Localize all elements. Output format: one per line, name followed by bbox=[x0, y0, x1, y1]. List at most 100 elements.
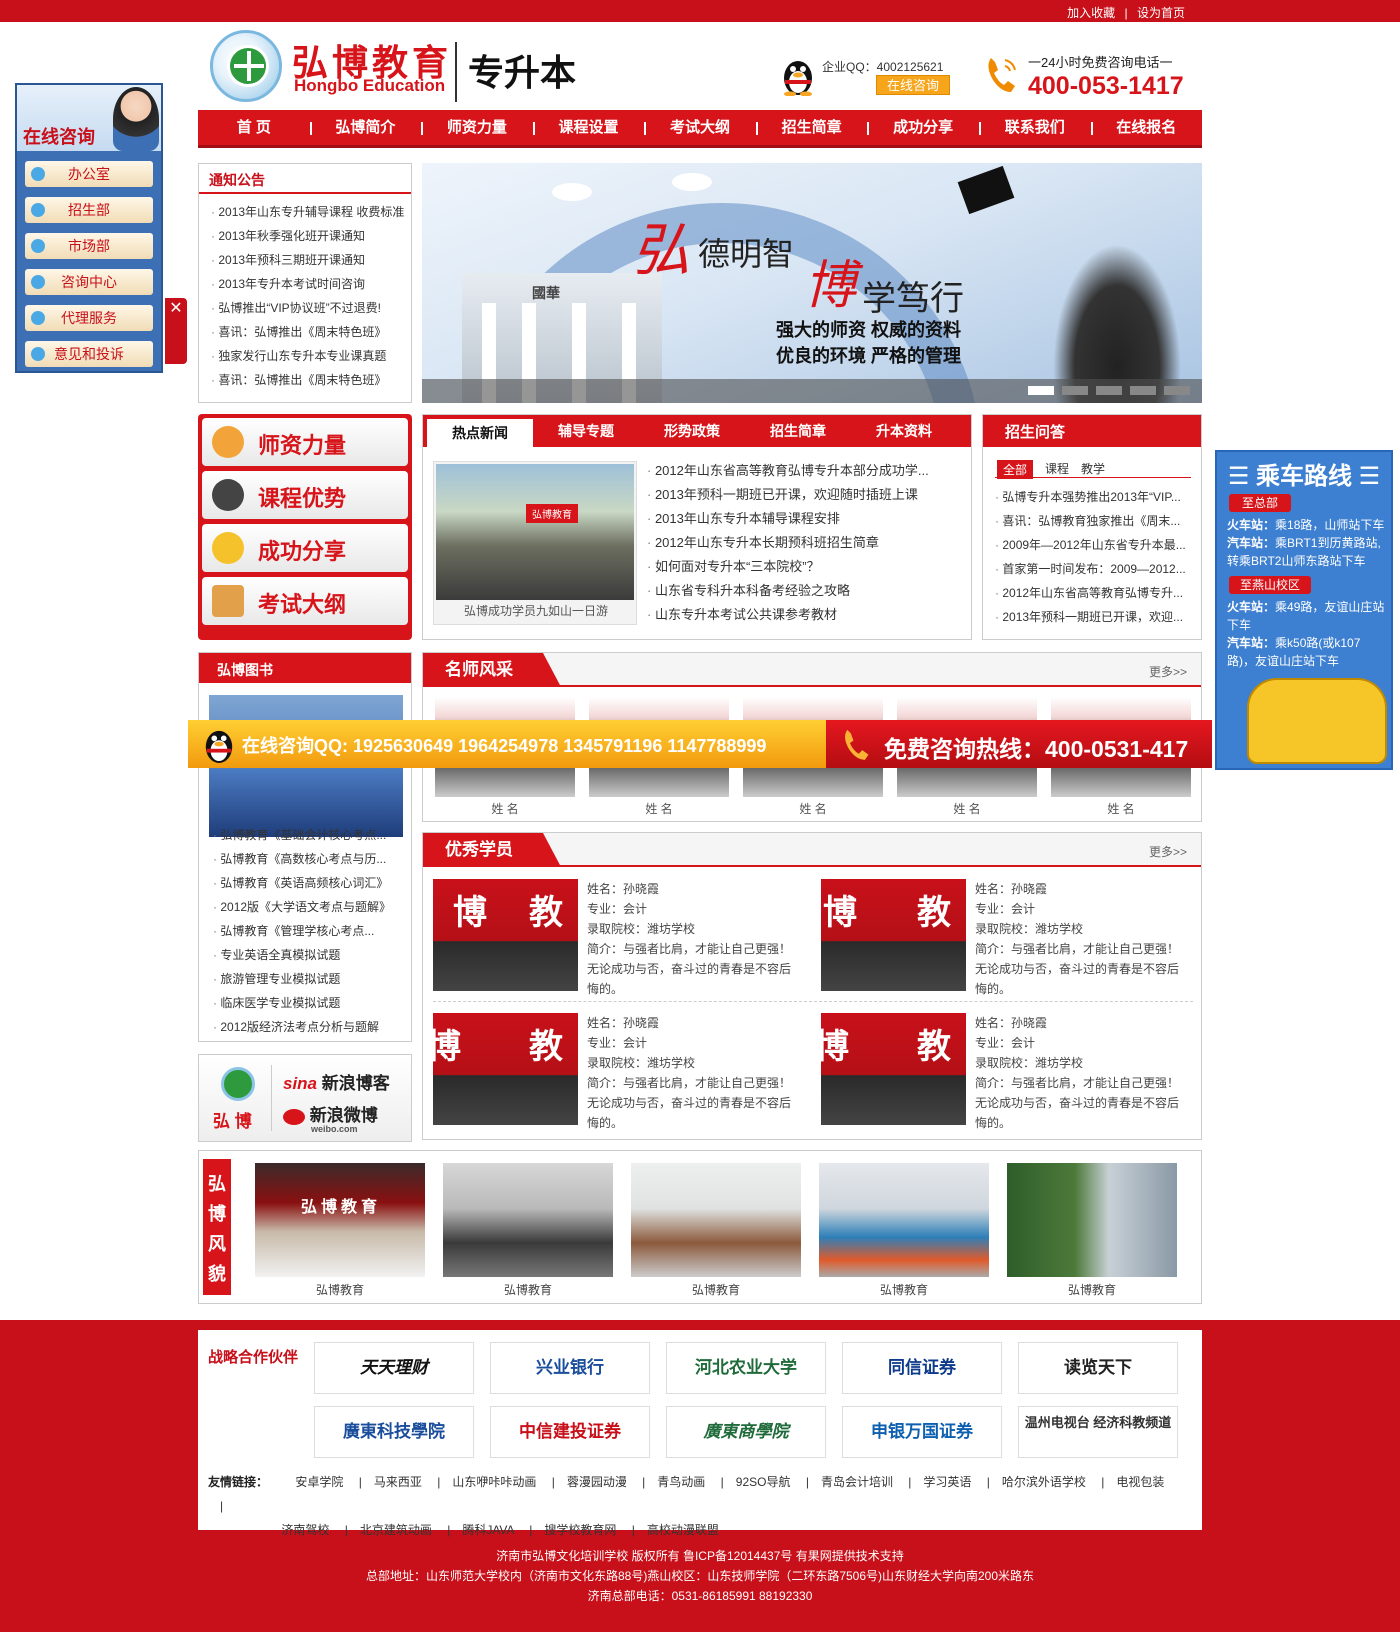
list-item[interactable]: 如何面对专升本“三本院校”？ bbox=[647, 555, 929, 579]
slide-dot[interactable] bbox=[1096, 386, 1122, 395]
tab-hot-news[interactable]: 热点新闻 bbox=[427, 419, 533, 447]
hero-banner[interactable]: 國華 弘 德明智 博 学笃行 强大的师资 权威的资料 优良的环境 严格的管理 bbox=[422, 163, 1202, 403]
gallery-photo[interactable] bbox=[443, 1163, 613, 1277]
list-item[interactable]: 弘博教育《英语高频核心词汇》 bbox=[213, 871, 391, 895]
friend-link[interactable]: 青鸟动画 bbox=[657, 1475, 705, 1489]
partner-logo[interactable]: 天天理财 bbox=[314, 1342, 474, 1394]
gallery-photo[interactable] bbox=[1007, 1163, 1177, 1277]
list-item[interactable]: 2013年山东专升辅导课程 收费标准 bbox=[211, 200, 411, 224]
close-icon[interactable]: ✕ bbox=[165, 298, 187, 364]
slide-dot[interactable] bbox=[1028, 386, 1054, 395]
add-favorite-link[interactable]: 加入收藏 bbox=[1067, 6, 1115, 20]
consult-office-button[interactable]: 办公室 bbox=[25, 161, 153, 187]
friend-link[interactable]: 蓉漫园动漫 bbox=[567, 1475, 627, 1489]
partner-logo[interactable]: 申银万国证券 bbox=[842, 1406, 1002, 1458]
gallery-photo[interactable] bbox=[819, 1163, 989, 1277]
online-consult-button[interactable]: 在线咨询 bbox=[876, 75, 950, 95]
list-item[interactable]: 喜讯：弘博推出《周末特色班》 bbox=[211, 368, 411, 392]
list-item[interactable]: 喜讯：弘博推出《周末特色班》 bbox=[211, 320, 411, 344]
list-item[interactable]: 2013年预科一期班已开课，欢迎随时插班上课 bbox=[647, 483, 929, 507]
list-item[interactable]: 2013年预科一期班已开课，欢迎... bbox=[995, 605, 1195, 629]
sina-blog-link[interactable]: sina 新浪博客 bbox=[283, 1069, 390, 1094]
hongbo-brand[interactable]: 弘 博 bbox=[211, 1067, 267, 1131]
list-item[interactable]: 2013年预科三期班开课通知 bbox=[211, 248, 411, 272]
list-item[interactable]: 山东专升本考试公共课参考教材 bbox=[647, 603, 929, 627]
friend-link[interactable]: 腾科JAVA bbox=[462, 1523, 514, 1537]
list-item[interactable]: 喜讯：弘博教育独家推出《周末... bbox=[995, 509, 1195, 533]
list-item[interactable]: 2013年山东专升本辅导课程安排 bbox=[647, 507, 929, 531]
list-item[interactable]: 2012年山东省高等教育弘博专升本部分成功学... bbox=[647, 459, 929, 483]
feature-syllabus-button[interactable]: 考试大纲 bbox=[202, 577, 408, 625]
list-item[interactable]: 弘博教育《管理学核心考点... bbox=[213, 919, 391, 943]
partner-logo[interactable]: 廣東商學院 bbox=[666, 1406, 826, 1458]
student-card[interactable]: 博教 姓名：孙晓霞 专业：会计 录取院校：潍坊学校 简介：与强者比肩，才能让自己… bbox=[821, 879, 1191, 999]
list-item[interactable]: 2012版经济法考点分析与题解 bbox=[213, 1015, 391, 1039]
friend-link[interactable]: 山东咿咔咔动画 bbox=[452, 1475, 536, 1489]
list-item[interactable]: 2012版《大学语文考点与题解》 bbox=[213, 895, 391, 919]
student-card[interactable]: 博教 姓名：孙晓霞 专业：会计 录取院校：潍坊学校 简介：与强者比肩，才能让自己… bbox=[427, 1013, 803, 1133]
friend-link[interactable]: 学习英语 bbox=[923, 1475, 971, 1489]
list-item[interactable]: 首家第一时间发布：2009—2012... bbox=[995, 557, 1195, 581]
friend-link[interactable]: 济南驾校 bbox=[281, 1523, 329, 1537]
nav-syllabus[interactable]: 考试大纲 bbox=[644, 110, 756, 145]
consult-agent-button[interactable]: 代理服务 bbox=[25, 305, 153, 331]
nav-success[interactable]: 成功分享 bbox=[867, 110, 979, 145]
slide-dot[interactable] bbox=[1130, 386, 1156, 395]
friend-link[interactable]: 哈尔滨外语学校 bbox=[1002, 1475, 1086, 1489]
feature-courses-button[interactable]: 课程优势 bbox=[202, 471, 408, 519]
slide-dot[interactable] bbox=[1164, 386, 1190, 395]
nav-about[interactable]: 弘博简介 bbox=[309, 110, 422, 145]
friend-link[interactable]: 搜学校教育网 bbox=[544, 1523, 616, 1537]
student-card[interactable]: 博教 姓名：孙晓霞 专业：会计 录取院校：潍坊学校 简介：与强者比肩，才能让自己… bbox=[433, 879, 803, 999]
student-card[interactable]: 博教 姓名：孙晓霞 专业：会计 录取院校：潍坊学校 简介：与强者比肩，才能让自己… bbox=[815, 1013, 1191, 1133]
set-homepage-link[interactable]: 设为首页 bbox=[1137, 6, 1185, 20]
list-item[interactable]: 2013年专升本考试时间咨询 bbox=[211, 272, 411, 296]
partner-logo[interactable]: 温州电视台 经济科教频道 bbox=[1018, 1406, 1178, 1458]
list-item[interactable]: 2012年山东专升本长期预科班招生简章 bbox=[647, 531, 929, 555]
nav-home[interactable]: 首 页 bbox=[198, 110, 310, 145]
nav-signup[interactable]: 在线报名 bbox=[1090, 110, 1203, 145]
list-item[interactable]: 弘博教育《高数核心考点与历... bbox=[213, 847, 391, 871]
partner-logo[interactable]: 兴业银行 bbox=[490, 1342, 650, 1394]
feature-success-button[interactable]: 成功分享 bbox=[202, 524, 408, 572]
friend-link[interactable]: 电视包装 bbox=[1116, 1475, 1164, 1489]
slide-dot[interactable] bbox=[1062, 386, 1088, 395]
list-item[interactable]: 2012年山东省高等教育弘博专升... bbox=[995, 581, 1195, 605]
students-more-link[interactable]: 更多>> bbox=[1149, 843, 1187, 860]
list-item[interactable]: 弘博推出“VIP协议班”不过退费! bbox=[211, 296, 411, 320]
nav-courses[interactable]: 课程设置 bbox=[532, 110, 645, 145]
teachers-more-link[interactable]: 更多>> bbox=[1149, 663, 1187, 680]
list-item[interactable]: 弘博专升本强势推出2013年“VIP... bbox=[995, 485, 1195, 509]
partner-logo[interactable]: 河北农业大学 bbox=[666, 1342, 826, 1394]
consult-admissions-button[interactable]: 招生部 bbox=[25, 197, 153, 223]
friend-link[interactable]: 北京建筑动画 bbox=[360, 1523, 432, 1537]
gallery-photo[interactable] bbox=[631, 1163, 801, 1277]
tab-policy[interactable]: 形势政策 bbox=[639, 415, 745, 447]
news-photo[interactable]: 弘博教育 弘博成功学员九如山一日游 bbox=[433, 461, 637, 625]
float-qq-text[interactable]: 在线咨询QQ: 1925630649 1964254978 1345791196… bbox=[242, 732, 766, 758]
list-item[interactable]: 旅游管理专业模拟试题 bbox=[213, 967, 391, 991]
friend-link[interactable]: 高校动漫联盟 bbox=[647, 1523, 719, 1537]
friend-link[interactable]: 青岛会计培训 bbox=[821, 1475, 893, 1489]
friend-link[interactable]: 92SO导航 bbox=[736, 1475, 791, 1489]
list-item[interactable]: 独家发行山东专升本专业课真题 bbox=[211, 344, 411, 368]
list-item[interactable]: 2009年—2012年山东省专升本最... bbox=[995, 533, 1195, 557]
partner-logo[interactable]: 廣東科技學院 bbox=[314, 1406, 474, 1458]
consult-center-button[interactable]: 咨询中心 bbox=[25, 269, 153, 295]
tab-tutoring[interactable]: 辅导专题 bbox=[533, 415, 639, 447]
consult-market-button[interactable]: 市场部 bbox=[25, 233, 153, 259]
float-hotline[interactable]: 免费咨询热线：400-0531-417 bbox=[826, 720, 1212, 768]
list-item[interactable]: 临床医学专业模拟试题 bbox=[213, 991, 391, 1015]
nav-teachers[interactable]: 师资力量 bbox=[421, 110, 533, 145]
logo-globe-icon[interactable] bbox=[210, 30, 282, 102]
tab-admissions[interactable]: 招生简章 bbox=[745, 415, 851, 447]
tab-materials[interactable]: 升本资料 bbox=[851, 415, 957, 447]
nav-admissions[interactable]: 招生简章 bbox=[755, 110, 868, 145]
partner-logo[interactable]: 中信建投证券 bbox=[490, 1406, 650, 1458]
friend-link[interactable]: 安卓学院 bbox=[295, 1475, 343, 1489]
list-item[interactable]: 专业英语全真模拟试题 bbox=[213, 943, 391, 967]
list-item[interactable]: 弘博教育《基础会计核心考点... bbox=[213, 823, 391, 847]
friend-link[interactable]: 马来西亚 bbox=[374, 1475, 422, 1489]
floating-contact-bar[interactable]: 在线咨询QQ: 1925630649 1964254978 1345791196… bbox=[188, 720, 1212, 768]
list-item[interactable]: 2013年秋季强化班开课通知 bbox=[211, 224, 411, 248]
